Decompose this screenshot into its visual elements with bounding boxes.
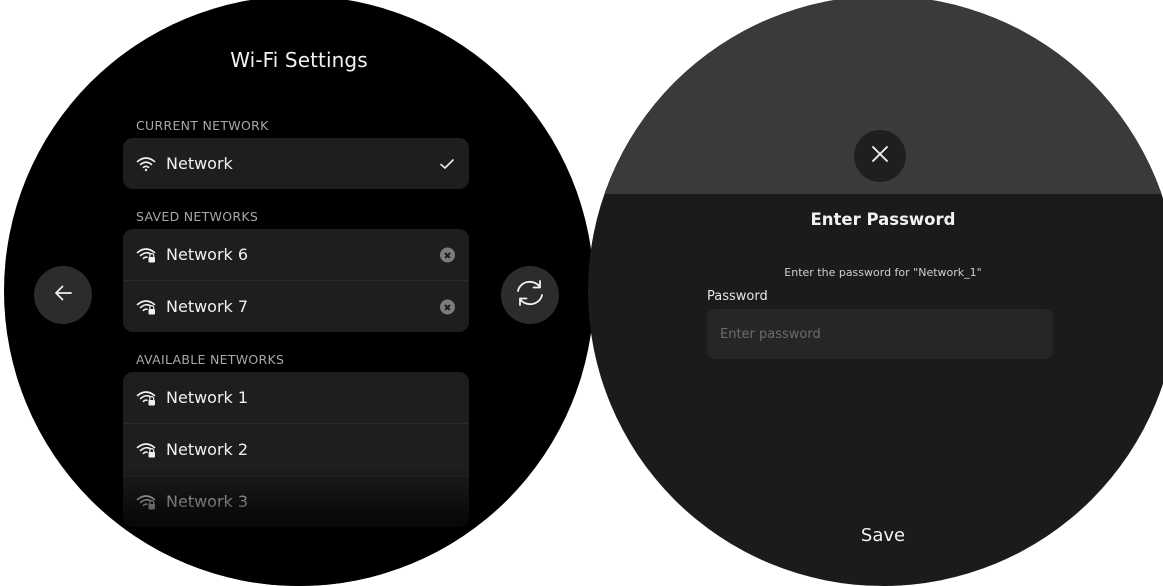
- current-network-label: CURRENT NETWORK: [136, 118, 269, 133]
- network-name: Network 1: [166, 388, 249, 407]
- current-network-row[interactable]: Network: [123, 138, 469, 189]
- dialog-subtitle: Enter the password for "Network_1": [784, 266, 982, 279]
- remove-icon[interactable]: [440, 247, 455, 262]
- close-button[interactable]: [854, 130, 906, 182]
- save-button[interactable]: Save: [823, 518, 943, 552]
- available-network-row[interactable]: Network 2: [123, 423, 469, 475]
- network-name: Network 2: [166, 440, 249, 459]
- wifi-lock-icon: [136, 442, 156, 458]
- refresh-button[interactable]: [501, 266, 559, 324]
- wifi-lock-icon: [136, 299, 156, 315]
- saved-networks-card: Network 6 Network 7: [123, 229, 469, 332]
- checkmark-icon: [439, 158, 455, 170]
- dialog-title: Enter Password: [810, 210, 956, 229]
- back-button[interactable]: [34, 266, 92, 324]
- password-input[interactable]: [707, 309, 1053, 359]
- network-name: Network 3: [166, 492, 249, 511]
- saved-network-row[interactable]: Network 6: [123, 229, 469, 280]
- network-name: Network: [166, 154, 233, 173]
- page-title: Wi-Fi Settings: [230, 48, 368, 72]
- saved-network-row[interactable]: Network 7: [123, 280, 469, 332]
- remove-icon[interactable]: [440, 299, 455, 314]
- arrow-left-icon: [53, 284, 73, 306]
- network-name: Network 7: [166, 297, 249, 316]
- wifi-lock-icon: [136, 390, 156, 406]
- wifi-settings-screen: Wi-Fi Settings CURRENT NETWORK Network S…: [4, 0, 594, 586]
- close-icon: [870, 144, 890, 168]
- available-network-row[interactable]: Network 3: [123, 475, 469, 527]
- password-label: Password: [707, 289, 768, 304]
- password-dialog-screen: Enter Password Enter the password for "N…: [588, 0, 1163, 586]
- available-networks-label: AVAILABLE NETWORKS: [136, 352, 285, 367]
- wifi-lock-icon: [136, 494, 156, 510]
- saved-networks-label: SAVED NETWORKS: [136, 209, 259, 224]
- wifi-icon: [136, 156, 156, 172]
- available-network-row[interactable]: Network 1: [123, 372, 469, 423]
- refresh-icon: [513, 278, 547, 312]
- network-name: Network 6: [166, 245, 249, 264]
- current-network-card: Network: [123, 138, 469, 189]
- wifi-lock-icon: [136, 247, 156, 263]
- available-networks-card: Network 1 Network 2 Network 3: [123, 372, 469, 527]
